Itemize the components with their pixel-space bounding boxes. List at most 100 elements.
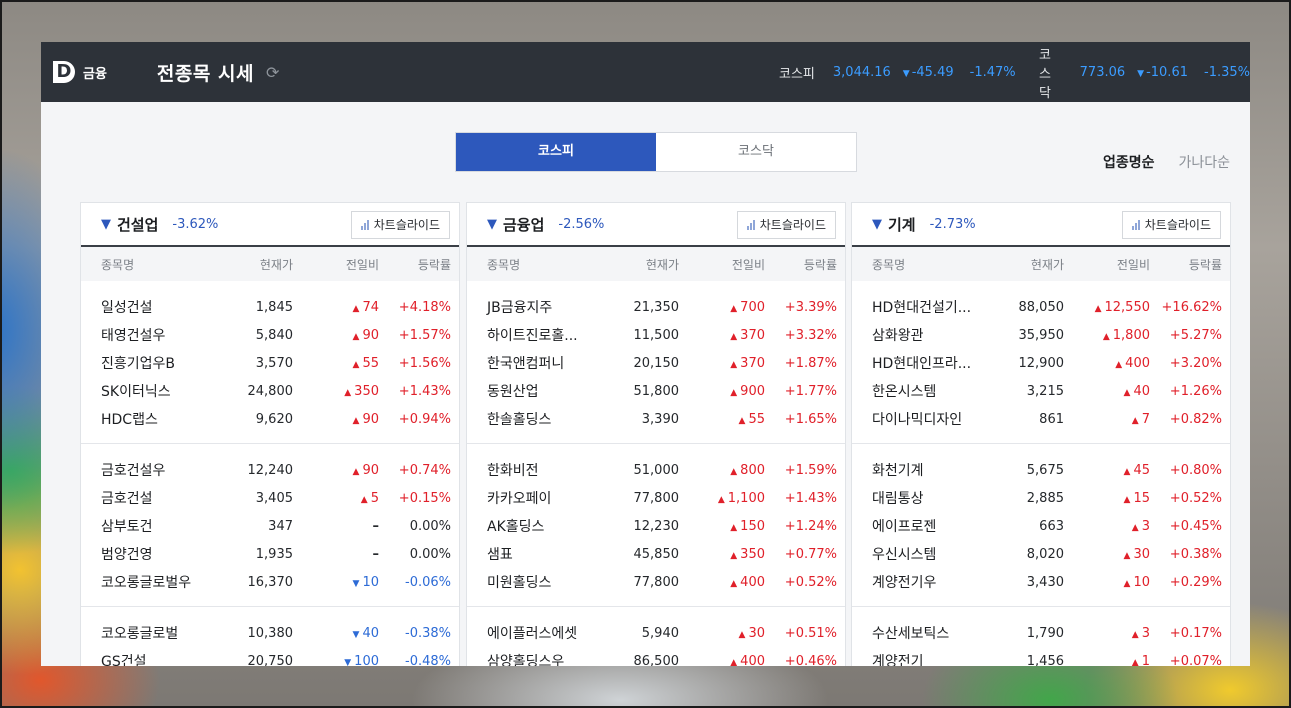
stock-price: 3,390	[641, 411, 679, 427]
stock-name[interactable]: 계양전기	[852, 651, 1002, 666]
stock-name[interactable]: 동원산업	[467, 381, 617, 401]
stock-row[interactable]: 금호건설 3,405 ▲ 5 +0.15%	[81, 484, 459, 512]
stock-row[interactable]: 에이프로젠 663 ▲ 3 +0.45%	[852, 512, 1230, 540]
stock-rate: +1.57%	[398, 327, 451, 343]
stock-row[interactable]: HD현대건설기... 88,050 ▲ 12,550 +16.62%	[852, 293, 1230, 321]
chart-slide-button[interactable]: 차트슬라이드	[736, 211, 836, 239]
stock-row[interactable]: 대림통상 2,885 ▲ 15 +0.52%	[852, 484, 1230, 512]
tab-kosdaq[interactable]: 코스닥	[656, 133, 856, 171]
stock-row[interactable]: HDC랩스 9,620 ▲ 90 +0.94%	[81, 405, 459, 433]
stock-name[interactable]: 금호건설	[81, 488, 231, 508]
stock-name[interactable]: 우신시스템	[852, 544, 1002, 564]
stock-row[interactable]: 태영건설우 5,840 ▲ 90 +1.57%	[81, 321, 459, 349]
stock-name[interactable]: 카카오페이	[467, 488, 617, 508]
stock-name[interactable]: 화천기계	[852, 460, 1002, 480]
sector-name[interactable]: 기계	[888, 214, 916, 235]
stock-name[interactable]: HD현대건설기...	[852, 297, 1002, 317]
stock-row[interactable]: 코오롱글로벌우 16,370 ▼ 10 -0.06%	[81, 568, 459, 596]
refresh-icon[interactable]: ⟳	[266, 63, 279, 82]
stock-name[interactable]: 삼양홀딩스우	[467, 651, 617, 666]
logo[interactable]: D 금융	[53, 61, 107, 83]
stock-row[interactable]: GS건설 20,750 ▼ 100 -0.48%	[81, 647, 459, 667]
stock-name[interactable]: 태영건설우	[81, 325, 231, 345]
stock-name[interactable]: 범양건영	[81, 544, 231, 564]
stock-row[interactable]: 계양전기우 3,430 ▲ 10 +0.29%	[852, 568, 1230, 596]
stock-row[interactable]: 우신시스템 8,020 ▲ 30 +0.38%	[852, 540, 1230, 568]
stock-rate: +3.32%	[784, 327, 837, 343]
stock-name[interactable]: 하이트진로홀...	[467, 325, 617, 345]
stock-name[interactable]: 대림통상	[852, 488, 1002, 508]
stock-name[interactable]: 삼부토건	[81, 516, 231, 536]
stock-name[interactable]: 에이플러스에셋	[467, 623, 617, 643]
stock-name[interactable]: AK홀딩스	[467, 516, 617, 536]
stock-name[interactable]: 한화비전	[467, 460, 617, 480]
stock-name[interactable]: 일성건설	[81, 297, 231, 317]
stock-name[interactable]: 코오롱글로벌우	[81, 572, 231, 592]
stock-row[interactable]: 일성건설 1,845 ▲ 74 +4.18%	[81, 293, 459, 321]
collapse-triangle-icon[interactable]: ▼	[872, 217, 882, 232]
stock-row[interactable]: 진흥기업우B 3,570 ▲ 55 +1.56%	[81, 349, 459, 377]
stock-row[interactable]: 삼화왕관 35,950 ▲ 1,800 +5.27%	[852, 321, 1230, 349]
stock-rate: -0.06%	[405, 574, 451, 590]
stock-name[interactable]: 코오롱글로벌	[81, 623, 231, 643]
stock-name[interactable]: 샘표	[467, 544, 617, 564]
stock-row[interactable]: 다이나믹디자인 861 ▲ 7 +0.82%	[852, 405, 1230, 433]
stock-row[interactable]: SK이터닉스 24,800 ▲ 350 +1.43%	[81, 377, 459, 405]
stock-name[interactable]: 수산세보틱스	[852, 623, 1002, 643]
stock-row[interactable]: 미원홀딩스 77,800 ▲ 400 +0.52%	[467, 568, 845, 596]
collapse-triangle-icon[interactable]: ▼	[101, 217, 111, 232]
stock-name[interactable]: 삼화왕관	[852, 325, 1002, 345]
stock-row[interactable]: 한온시스템 3,215 ▲ 40 +1.26%	[852, 377, 1230, 405]
stock-row[interactable]: 에이플러스에셋 5,940 ▲ 30 +0.51%	[467, 619, 845, 647]
stock-row[interactable]: 금호건설우 12,240 ▲ 90 +0.74%	[81, 456, 459, 484]
stock-row[interactable]: 하이트진로홀... 11,500 ▲ 370 +3.32%	[467, 321, 845, 349]
stock-row[interactable]: 동원산업 51,800 ▲ 900 +1.77%	[467, 377, 845, 405]
sort-by-name[interactable]: 가나다순	[1178, 152, 1230, 172]
stock-row[interactable]: 삼양홀딩스우 86,500 ▲ 400 +0.46%	[467, 647, 845, 667]
stock-row[interactable]: HD현대인프라... 12,900 ▲ 400 +3.20%	[852, 349, 1230, 377]
stock-row[interactable]: 한솔홀딩스 3,390 ▲ 55 +1.65%	[467, 405, 845, 433]
stock-row[interactable]: 범양건영 1,935– 0.00%	[81, 540, 459, 568]
stock-name[interactable]: 한온시스템	[852, 381, 1002, 401]
stock-name[interactable]: HDC랩스	[81, 409, 231, 429]
stock-name[interactable]: HD현대인프라...	[852, 353, 1002, 373]
stock-name[interactable]: 미원홀딩스	[467, 572, 617, 592]
sector-rate: -2.56%	[558, 216, 605, 232]
stock-name[interactable]: SK이터닉스	[81, 381, 231, 401]
stock-name[interactable]: 계양전기우	[852, 572, 1002, 592]
collapse-triangle-icon[interactable]: ▼	[487, 217, 497, 232]
stock-name[interactable]: JB금융지주	[467, 297, 617, 317]
stock-row[interactable]: 삼부토건 347– 0.00%	[81, 512, 459, 540]
chart-slide-button[interactable]: 차트슬라이드	[1121, 211, 1221, 239]
stock-name[interactable]: 진흥기업우B	[81, 353, 231, 373]
stock-row[interactable]: 수산세보틱스 1,790 ▲ 3 +0.17%	[852, 619, 1230, 647]
stock-row[interactable]: 화천기계 5,675 ▲ 45 +0.80%	[852, 456, 1230, 484]
stock-change-value: 1,800	[1112, 327, 1150, 343]
stock-change: ▲ 400	[679, 654, 765, 667]
sector-name[interactable]: 금융업	[503, 214, 544, 235]
stock-row[interactable]: 코오롱글로벌 10,380 ▼ 40 -0.38%	[81, 619, 459, 647]
stock-row[interactable]: 계양전기 1,456 ▲ 1 +0.07%	[852, 647, 1230, 667]
stock-row[interactable]: AK홀딩스 12,230 ▲ 150 +1.24%	[467, 512, 845, 540]
tab-kospi[interactable]: 코스피	[456, 133, 656, 171]
sector-panel: ▼ 건설업 -3.62% 차트슬라이드 종목명 현재가 전일비 등락률 일성건설 1,845 ▲ 74…	[80, 202, 460, 666]
chart-slide-button[interactable]: 차트슬라이드	[350, 211, 450, 239]
stock-row[interactable]: JB금융지주 21,350 ▲ 700 +3.39%	[467, 293, 845, 321]
stock-row[interactable]: 카카오페이 77,800 ▲ 1,100 +1.43%	[467, 484, 845, 512]
sector-name[interactable]: 건설업	[117, 214, 158, 235]
stock-row[interactable]: 한국앤컴퍼니 20,150 ▲ 370 +1.87%	[467, 349, 845, 377]
stock-name[interactable]: 한국앤컴퍼니	[467, 353, 617, 373]
stock-name[interactable]: 다이나믹디자인	[852, 409, 1002, 429]
stock-name[interactable]: 에이프로젠	[852, 516, 1002, 536]
stock-price: 11,500	[633, 327, 680, 343]
stock-name[interactable]: 한솔홀딩스	[467, 409, 617, 429]
sector-header: ▼ 금융업 -2.56% 차트슬라이드	[467, 203, 845, 247]
stock-name[interactable]: 금호건설우	[81, 460, 231, 480]
stock-row[interactable]: 샘표 45,850 ▲ 350 +0.77%	[467, 540, 845, 568]
col-rate: 등락률	[1188, 257, 1222, 272]
stock-row[interactable]: 한화비전 51,000 ▲ 800 +1.59%	[467, 456, 845, 484]
sort-options: 업종명순 가나다순	[1103, 152, 1230, 172]
col-price: 현재가	[1030, 257, 1064, 272]
sort-by-sector[interactable]: 업종명순	[1103, 152, 1155, 172]
stock-name[interactable]: GS건설	[81, 651, 231, 666]
